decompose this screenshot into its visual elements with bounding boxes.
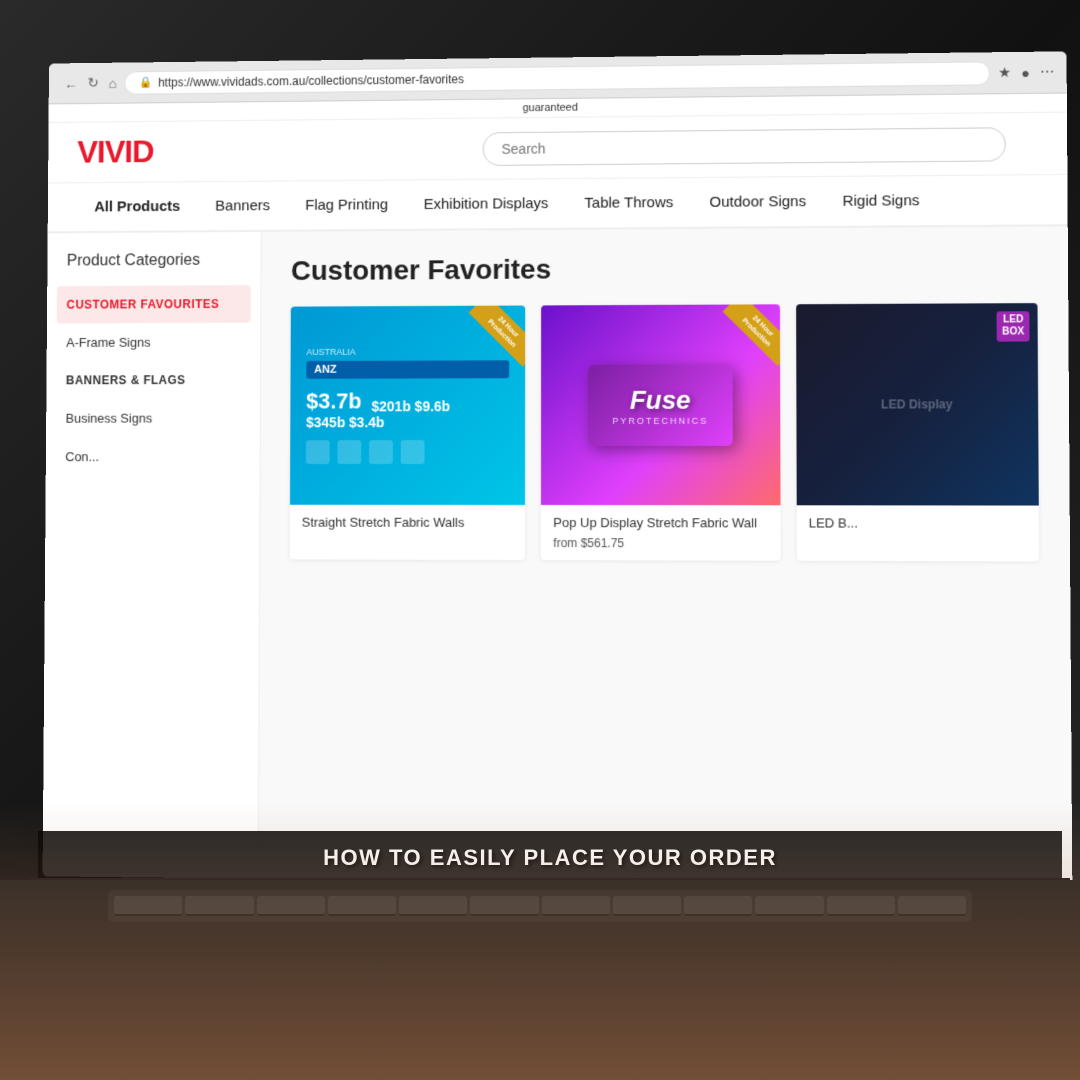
- led-placeholder: LED Display: [881, 397, 952, 411]
- anz-icon-2: [337, 440, 361, 464]
- site-header: VIVID: [48, 113, 1067, 184]
- keyboard: [108, 890, 972, 922]
- key-1[interactable]: [114, 896, 182, 916]
- sidebar-item-con[interactable]: Con...: [46, 437, 260, 476]
- product-image-1: 24 HourProduction AUSTRALIA ANZ $3.7b $2…: [290, 306, 526, 505]
- url-text: https://www.vividads.com.au/collections/…: [158, 72, 464, 89]
- fuse-box: Fuse PYROTECHNICS: [588, 364, 732, 445]
- page-content: guaranteed VIVID All Products Banners Fl…: [43, 94, 1073, 889]
- product-price-2: from $561.75: [541, 536, 780, 561]
- key-5[interactable]: [399, 896, 467, 916]
- product-name-1: Straight Stretch Fabric Walls: [290, 505, 525, 536]
- anz-stat-2: $201b $9.6b: [371, 398, 450, 414]
- sidebar-item-aframe-signs[interactable]: A-Frame Signs: [47, 323, 261, 362]
- key-4[interactable]: [328, 896, 396, 916]
- ribbon-24h-2: 24 HourProduction: [709, 304, 780, 374]
- sidebar-item-customer-favourites[interactable]: CUSTOMER FAVOURITES: [57, 285, 251, 323]
- key-9[interactable]: [684, 896, 752, 916]
- address-bar[interactable]: 🔒 https://www.vividads.com.au/collection…: [124, 61, 990, 95]
- extensions-icon[interactable]: ●: [1021, 64, 1030, 80]
- nav-rigid-signs[interactable]: Rigid Signs: [824, 176, 938, 226]
- key-8[interactable]: [613, 896, 681, 916]
- sidebar-item-banners-flags[interactable]: BANNERS & FLAGS: [46, 361, 260, 399]
- anz-stat-1: $3.7b: [306, 389, 362, 415]
- product-card-2[interactable]: 24 HourProduction Fuse PYROTECHNICS Pop …: [541, 304, 780, 560]
- anz-icon-4: [401, 440, 425, 464]
- sidebar: Product Categories CUSTOMER FAVOURITES A…: [43, 232, 262, 881]
- ribbon-24h-1: 24 HourProduction: [456, 306, 526, 376]
- key-3[interactable]: [257, 896, 325, 916]
- browser-actions: ★ ● ⋯: [998, 64, 1054, 82]
- caption-bar: HOW TO EASILY PLACE YOUR ORDER: [38, 831, 1062, 885]
- ribbon-text-1: 24 HourProduction: [469, 306, 526, 367]
- led-badge: LEDBOX: [997, 311, 1030, 341]
- fuse-subtitle: PYROTECHNICS: [612, 415, 708, 425]
- home-icon[interactable]: ⌂: [108, 75, 116, 91]
- key-10[interactable]: [755, 896, 823, 916]
- browser-screen: ← ↻ ⌂ 🔒 https://www.vividads.com.au/coll…: [43, 51, 1073, 888]
- nav-exhibition-displays[interactable]: Exhibition Displays: [406, 179, 567, 229]
- page-title: Customer Favorites: [291, 251, 1037, 287]
- browser-nav-icons: ← ↻ ⌂: [64, 74, 117, 91]
- anz-icons-row: [306, 440, 510, 464]
- key-7[interactable]: [542, 896, 610, 916]
- bookmark-icon[interactable]: ★: [998, 64, 1011, 81]
- sidebar-title: Product Categories: [47, 252, 260, 287]
- nav-banners[interactable]: Banners: [198, 181, 288, 230]
- anz-stats-row: $3.7b $201b $9.6b: [306, 388, 509, 414]
- product-card-1[interactable]: 24 HourProduction AUSTRALIA ANZ $3.7b $2…: [290, 306, 526, 561]
- forward-icon[interactable]: ↻: [87, 75, 98, 92]
- back-icon[interactable]: ←: [64, 75, 78, 91]
- anz-stats-row2: $345b $3.4b: [306, 414, 509, 430]
- anz-stat-3: $345b $3.4b: [306, 414, 384, 430]
- site-navigation: All Products Banners Flag Printing Exhib…: [48, 175, 1068, 233]
- menu-icon[interactable]: ⋯: [1040, 64, 1054, 81]
- anz-icon-3: [369, 440, 393, 464]
- key-6[interactable]: [470, 896, 538, 916]
- nav-table-throws[interactable]: Table Throws: [566, 178, 691, 228]
- products-grid: 24 HourProduction AUSTRALIA ANZ $3.7b $2…: [290, 303, 1039, 561]
- product-name-2: Pop Up Display Stretch Fabric Wall: [541, 505, 780, 537]
- lock-icon: 🔒: [139, 76, 152, 89]
- nav-outdoor-signs[interactable]: Outdoor Signs: [691, 177, 824, 227]
- search-input[interactable]: [483, 127, 1006, 166]
- anz-icon-1: [306, 440, 330, 464]
- key-2[interactable]: [185, 896, 253, 916]
- fuse-title: Fuse: [612, 384, 708, 415]
- caption-text: HOW TO EASILY PLACE YOUR ORDER: [323, 845, 777, 871]
- nav-all-products[interactable]: All Products: [77, 182, 198, 231]
- product-card-3[interactable]: LEDBOX LED Display LED B...: [796, 303, 1039, 561]
- product-image-2: 24 HourProduction Fuse PYROTECHNICS: [541, 304, 780, 505]
- nav-flag-printing[interactable]: Flag Printing: [287, 180, 405, 229]
- product-name-3: LED B...: [796, 505, 1039, 537]
- ribbon-text-2: 24 HourProduction: [722, 304, 780, 366]
- keyboard-area: [0, 880, 1080, 1080]
- main-layout: Product Categories CUSTOMER FAVOURITES A…: [43, 226, 1073, 888]
- key-11[interactable]: [827, 896, 895, 916]
- key-12[interactable]: [898, 896, 966, 916]
- product-image-3: LEDBOX LED Display: [796, 303, 1039, 505]
- site-logo[interactable]: VIVID: [77, 134, 153, 171]
- sidebar-item-business-signs[interactable]: Business Signs: [46, 399, 260, 438]
- guarantee-text: guaranteed: [523, 102, 578, 114]
- main-content: Customer Favorites 24 HourProduction AUS…: [259, 226, 1073, 888]
